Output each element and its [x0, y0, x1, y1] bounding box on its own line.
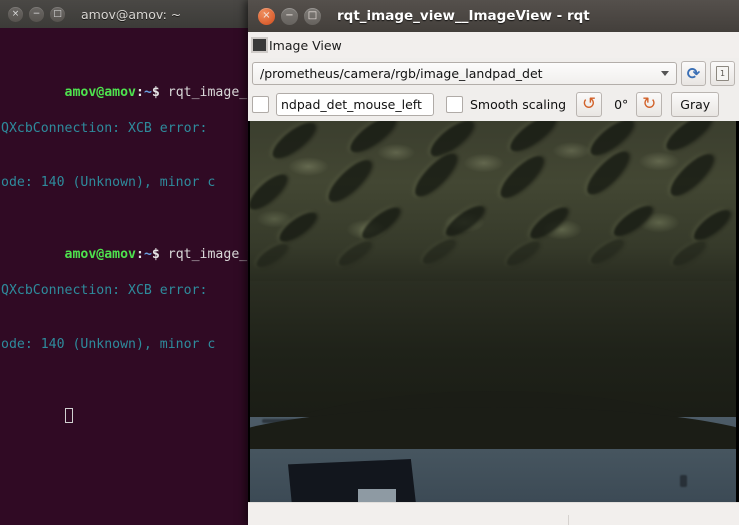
terminal-line-prompt: amov@amov:~$ rqt_image_view — [1, 66, 252, 100]
terminal-line-error-3: QXcbConnection: XCB error: — [1, 283, 208, 298]
options-toolbar: ndpad_det_mouse_left Smooth scaling ↺ 0°… — [248, 88, 739, 121]
terminal-line-error-4: ode: 140 (Unknown), minor c — [1, 337, 216, 352]
landing-pad-notch — [358, 489, 396, 502]
terminal-line-error-1: QXcbConnection: XCB error: — [1, 121, 208, 136]
smooth-scaling-label: Smooth scaling — [470, 97, 567, 112]
terminal-prompt-symbol-2: $ — [151, 247, 160, 262]
camera-image[interactable] — [250, 121, 737, 502]
topic-toolbar: /prometheus/camera/rgb/image_landpad_det… — [248, 58, 739, 88]
refresh-topics-button[interactable]: ⟳ — [681, 60, 706, 86]
terminal-colon-2: : — [136, 247, 144, 262]
image-view-plugin-icon — [251, 37, 268, 53]
terminal-colon: : — [136, 85, 144, 100]
terminal-minimize-button[interactable]: − — [29, 6, 44, 22]
terminal-output[interactable]: amov@amov:~$ rqt_image_view QXcbConnecti… — [0, 28, 252, 525]
mouse-click-topic-input[interactable]: ndpad_det_mouse_left — [276, 93, 434, 116]
terminal-line-prompt-2: amov@amov:~$ rqt_image_view — [1, 228, 252, 262]
rotate-right-button[interactable]: ↻ — [636, 92, 663, 117]
rotate-left-icon: ↺ — [581, 94, 597, 114]
topic-combobox-value: /prometheus/camera/rgb/image_landpad_det — [260, 65, 543, 81]
rqt-window-title: rqt_image_view__ImageView - rqt — [337, 8, 590, 24]
image-display-area[interactable] — [248, 121, 739, 502]
save-image-button[interactable]: 1 — [710, 60, 735, 86]
rqt-titlebar[interactable]: × − □ rqt_image_view__ImageView - rqt — [248, 0, 739, 33]
rotate-left-button[interactable]: ↺ — [576, 92, 603, 117]
terminal-user-host: amov@amov — [64, 85, 136, 100]
terminal-user-host-2: amov@amov — [64, 247, 136, 262]
mouse-click-topic-value: ndpad_det_mouse_left — [281, 97, 422, 112]
smooth-scaling-checkbox[interactable] — [446, 96, 463, 113]
color-scheme-label: Gray — [680, 97, 711, 112]
terminal-command-2: rqt_image_view — [167, 247, 252, 262]
terminal-title: amov@amov: ~ — [81, 6, 182, 22]
rqt-window[interactable]: × − □ rqt_image_view__ImageView - rqt Im… — [248, 0, 739, 525]
terminal-close-button[interactable]: × — [8, 6, 23, 22]
color-scheme-button[interactable]: Gray — [671, 92, 720, 117]
terminal-cursor — [64, 408, 73, 423]
publish-mouse-clicks-checkbox[interactable] — [252, 96, 269, 113]
rqt-maximize-button[interactable]: □ — [304, 7, 321, 25]
terminal-line-error-2: ode: 140 (Unknown), minor c — [1, 175, 216, 190]
rqt-close-button[interactable]: × — [258, 7, 275, 25]
terminal-path: ~ — [143, 85, 152, 100]
plugin-title: Image View — [269, 37, 342, 53]
terminal-prompt-symbol: $ — [151, 85, 160, 100]
rotation-value-label: 0° — [614, 97, 629, 112]
terminal-titlebar[interactable]: × − □ amov@amov: ~ — [0, 0, 252, 29]
screen-root: × − □ amov@amov: ~ amov@amov:~$ rqt_imag… — [0, 0, 739, 525]
landing-pad-marker — [288, 459, 416, 502]
plugin-header: Image View — [248, 32, 739, 58]
rqt-statusbar — [248, 502, 739, 525]
terminal-path-2: ~ — [143, 247, 152, 262]
rotate-right-icon: ↻ — [642, 94, 657, 114]
diamond-plate-surface — [250, 121, 737, 296]
rqt-minimize-button[interactable]: − — [281, 7, 298, 25]
terminal-maximize-button[interactable]: □ — [50, 6, 65, 22]
terminal-cursor-line — [1, 390, 252, 423]
terminal-window[interactable]: × − □ amov@amov: ~ amov@amov:~$ rqt_imag… — [0, 0, 252, 525]
save-image-icon: 1 — [716, 65, 729, 81]
chevron-down-icon[interactable] — [661, 70, 669, 76]
topic-combobox[interactable]: /prometheus/camera/rgb/image_landpad_det — [252, 61, 677, 85]
statusbar-divider — [568, 515, 569, 525]
refresh-icon: ⟳ — [686, 63, 701, 83]
terminal-command: rqt_image_view — [167, 85, 252, 100]
